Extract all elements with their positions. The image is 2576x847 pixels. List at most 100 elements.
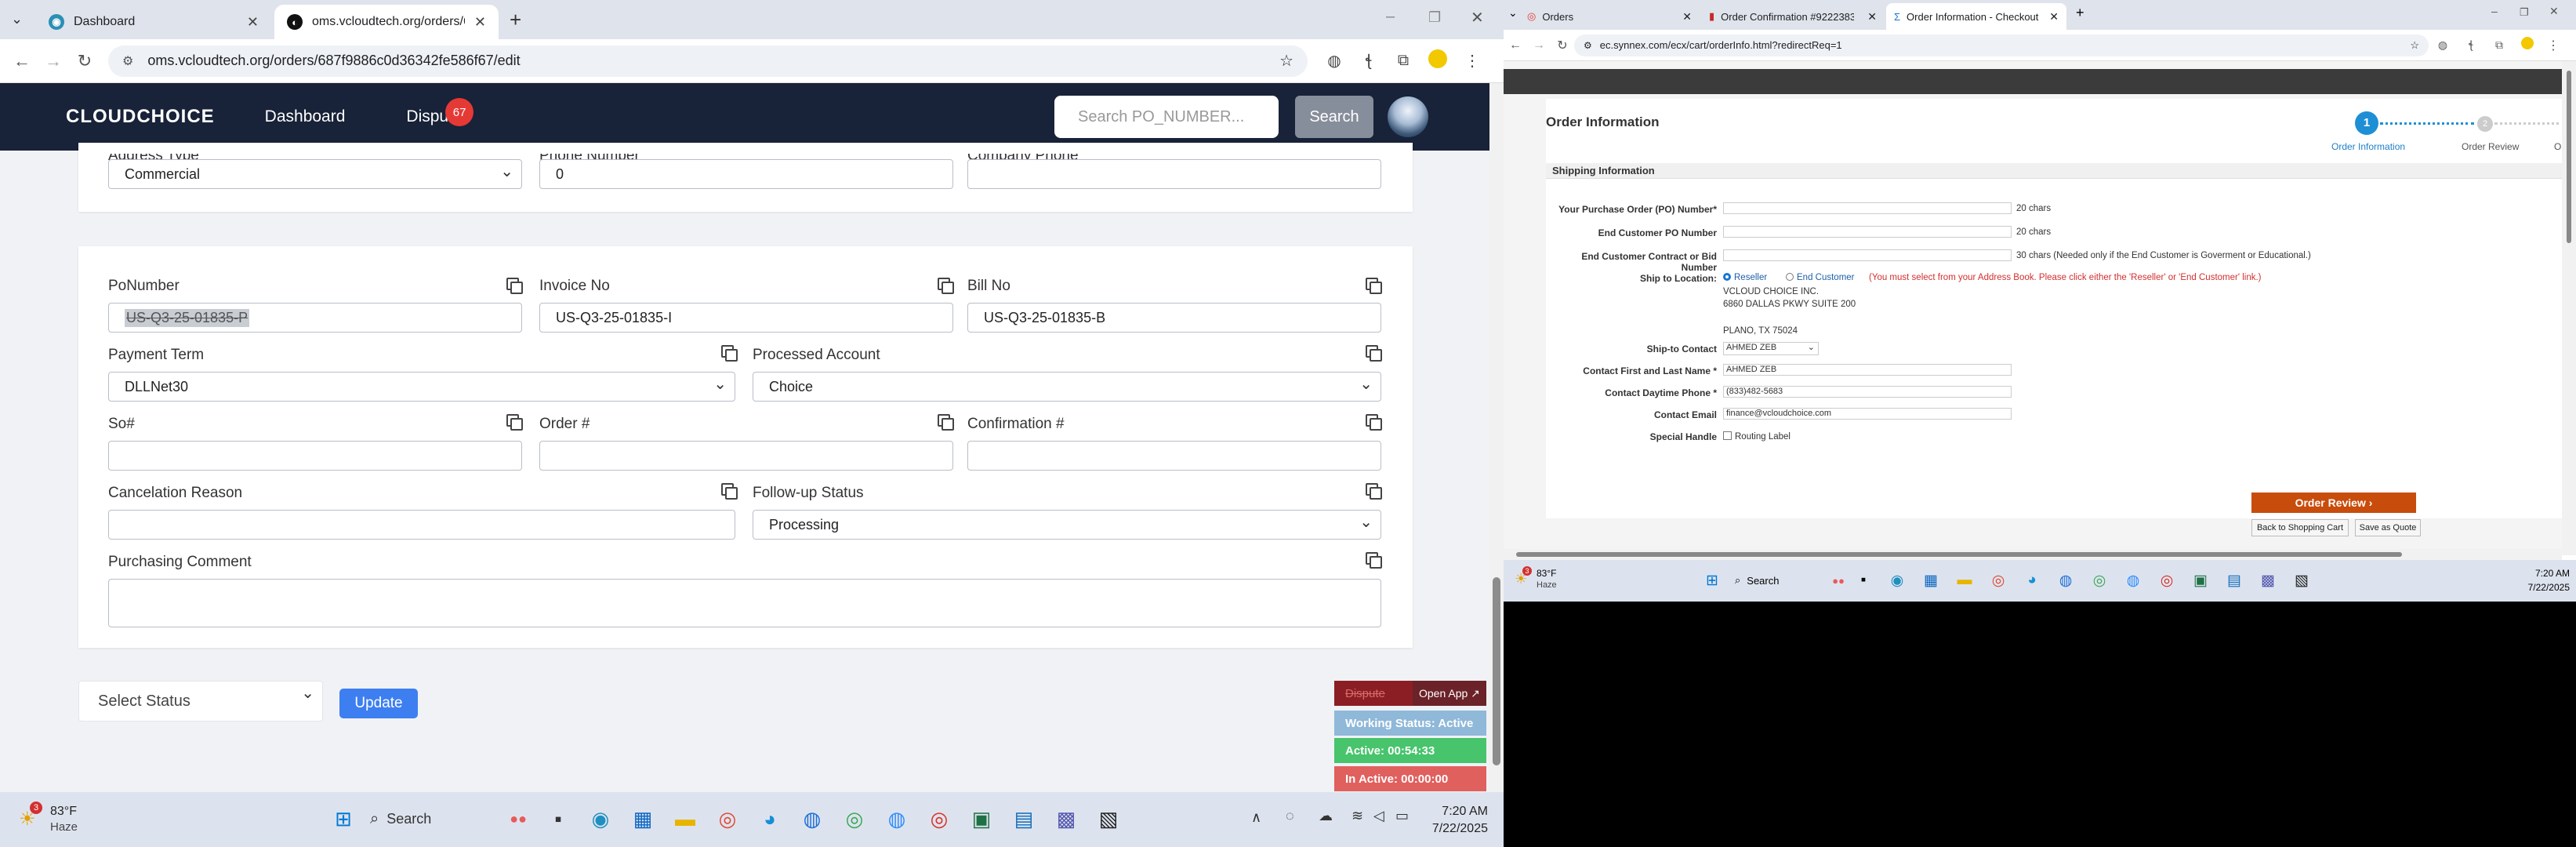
reload-icon[interactable]: ↻ xyxy=(69,51,100,71)
excel-icon[interactable]: ▣ xyxy=(966,803,997,834)
copy-icon[interactable] xyxy=(1366,345,1382,362)
copy-icon[interactable] xyxy=(506,414,523,431)
company-phone-input[interactable] xyxy=(967,159,1381,189)
address-bar[interactable]: ⚙ oms.vcloudtech.org/orders/687f9886c0d3… xyxy=(108,45,1308,77)
vertical-scrollbar[interactable] xyxy=(2562,61,2576,555)
tray-chevron-icon[interactable]: ∧ xyxy=(1251,809,1261,826)
invoice-no-input[interactable]: US-Q3-25-01835-I xyxy=(539,303,953,333)
weather-widget[interactable]: ☀ 3 83°F Haze xyxy=(1515,566,1593,594)
chrome-alt-icon[interactable]: ◎ xyxy=(2156,569,2178,591)
zoom-icon[interactable]: ◍ xyxy=(2055,569,2077,591)
confirmation-number-input[interactable] xyxy=(967,441,1381,471)
forward-icon[interactable]: → xyxy=(1527,38,1551,53)
order-review-button[interactable]: Order Review › xyxy=(2251,493,2416,513)
contact-email-input[interactable]: finance@vcloudchoice.com xyxy=(1723,408,2012,420)
close-tab-icon[interactable]: ✕ xyxy=(474,14,486,31)
calculator-icon[interactable]: ▦ xyxy=(627,803,659,834)
copy-icon[interactable] xyxy=(938,414,954,431)
order-number-input[interactable] xyxy=(539,441,953,471)
excel-icon[interactable]: ▣ xyxy=(2190,569,2211,591)
profile-icon[interactable] xyxy=(2513,37,2542,53)
chrome-icon[interactable]: ◎ xyxy=(712,803,743,834)
menu-icon[interactable]: ⋮ xyxy=(2542,38,2565,53)
scrollbar-thumb[interactable] xyxy=(2567,71,2571,243)
copy-icon[interactable] xyxy=(938,278,954,294)
bookmark-star-icon[interactable]: ☆ xyxy=(1279,51,1293,71)
copy-icon[interactable] xyxy=(721,345,738,362)
edge-dev-icon[interactable]: ◉ xyxy=(585,803,616,834)
weather-widget[interactable]: ☀ 3 83°F Haze xyxy=(19,802,129,836)
logo[interactable]: CLOUDCHOICE xyxy=(66,106,215,128)
back-icon[interactable]: ← xyxy=(6,51,38,71)
contract-bid-input[interactable] xyxy=(1723,249,2012,261)
remote-desktop-icon[interactable]: ▤ xyxy=(1008,803,1039,834)
translate-icon[interactable]: ꞎ xyxy=(1351,51,1386,71)
sticky-notes-icon[interactable]: ▧ xyxy=(2291,569,2313,591)
contact-phone-input[interactable]: (833)482-5683 xyxy=(1723,386,2012,398)
dispute-tab[interactable]: Dispute xyxy=(1334,681,1413,706)
maximize-button[interactable]: ❐ xyxy=(2520,6,2529,19)
address-bar[interactable]: ⚙ ec.synnex.com/ecx/cart/orderInfo.html?… xyxy=(1574,34,2429,56)
tab-orders-edit[interactable]: ◐ oms.vcloudtech.org/orders/687 ✕ xyxy=(274,5,499,39)
clock-date[interactable]: 7/22/2025 xyxy=(2507,582,2570,593)
open-app-button[interactable]: Open App ↗ xyxy=(1413,681,1486,706)
ship-to-end-customer-option[interactable]: End Customer xyxy=(1786,273,1855,282)
scrollbar-thumb[interactable] xyxy=(1493,577,1500,765)
tab-order-information[interactable]: Σ Order Information - Checkout ✕ xyxy=(1886,3,2066,30)
battery-icon[interactable]: ▭ xyxy=(1395,808,1409,824)
tab-search-chevron-icon[interactable]: ⌄ xyxy=(11,11,23,27)
nav-dashboard[interactable]: Dashboard xyxy=(265,107,346,126)
close-window-button[interactable]: ✕ xyxy=(1471,8,1484,27)
translate-icon[interactable]: ꞎ xyxy=(2457,38,2485,52)
forward-icon[interactable]: → xyxy=(38,51,69,71)
chrome-icon[interactable]: ◎ xyxy=(1987,569,2009,591)
new-tab-button[interactable]: + xyxy=(2076,5,2084,21)
copy-icon[interactable] xyxy=(1366,552,1382,569)
cancelation-reason-input[interactable] xyxy=(108,510,735,540)
so-number-input[interactable] xyxy=(108,441,522,471)
task-view-icon[interactable]: ▪ xyxy=(542,803,574,834)
tab-search-chevron-icon[interactable]: ⌄ xyxy=(1508,6,1518,20)
save-as-quote-button[interactable]: Save as Quote xyxy=(2355,519,2421,536)
payment-term-select[interactable]: DLLNet30 xyxy=(108,372,735,402)
tab-order-confirmation[interactable]: ▮ Order Confirmation #92223837 ✕ xyxy=(1701,3,1885,30)
task-view-icon[interactable]: ▪ xyxy=(1852,569,1874,591)
routing-label-checkbox[interactable]: Routing Label xyxy=(1723,431,1791,442)
profile-icon[interactable] xyxy=(1420,49,1455,73)
contact-name-input[interactable]: AHMED ZEB xyxy=(1723,364,2012,376)
po-number-input[interactable] xyxy=(1723,202,2012,214)
close-window-button[interactable]: ✕ xyxy=(2549,5,2559,18)
bill-no-input[interactable]: US-Q3-25-01835-B xyxy=(967,303,1381,333)
volume-icon[interactable]: ◁ xyxy=(1373,808,1384,824)
ship-contact-select[interactable]: AHMED ZEB ⌄ xyxy=(1723,342,1819,355)
copy-icon[interactable] xyxy=(1366,414,1382,431)
search-button[interactable]: Search xyxy=(1295,96,1373,138)
copy-icon[interactable] xyxy=(1366,278,1382,294)
close-tab-icon[interactable]: ✕ xyxy=(1867,10,1877,24)
windows-start-icon[interactable]: ⊞ xyxy=(1701,569,1723,591)
copy-icon[interactable] xyxy=(506,278,523,294)
back-icon[interactable]: ← xyxy=(1504,38,1527,53)
calculator-icon[interactable]: ▦ xyxy=(1920,569,1942,591)
horizontal-scrollbar[interactable] xyxy=(1504,549,2562,560)
chrome-alt-icon[interactable]: ◎ xyxy=(923,803,955,834)
extension-icon[interactable]: ◍ xyxy=(2429,38,2457,52)
phone-input[interactable]: 0 xyxy=(539,159,953,189)
chrome-profile-icon[interactable]: ◎ xyxy=(839,803,870,834)
file-explorer-icon[interactable]: ▬ xyxy=(1954,569,1976,591)
tab-dashboard[interactable]: ◉ Dashboard ✕ xyxy=(36,5,271,39)
windows-start-icon[interactable]: ⊞ xyxy=(328,803,359,834)
edge-dev-icon[interactable]: ◉ xyxy=(1886,569,1908,591)
close-tab-icon[interactable]: ✕ xyxy=(1682,10,1692,24)
end-customer-po-input[interactable] xyxy=(1723,226,2012,238)
puzzle-icon[interactable]: ⧉ xyxy=(2485,38,2513,52)
taskbar-search[interactable]: ⌕ Search ●● xyxy=(370,810,527,828)
zoom-workplace-icon[interactable]: ◍ xyxy=(2122,569,2144,591)
edge-icon[interactable]: ◕ xyxy=(2021,569,2043,591)
menu-icon[interactable]: ⋮ xyxy=(1455,51,1489,71)
hscroll-thumb[interactable] xyxy=(1516,552,2402,557)
update-button[interactable]: Update xyxy=(339,689,418,718)
edge-icon[interactable]: ◕ xyxy=(754,803,785,834)
zoom-icon[interactable]: ◍ xyxy=(796,803,828,834)
select-status-dropdown[interactable]: Select Status xyxy=(78,681,323,722)
